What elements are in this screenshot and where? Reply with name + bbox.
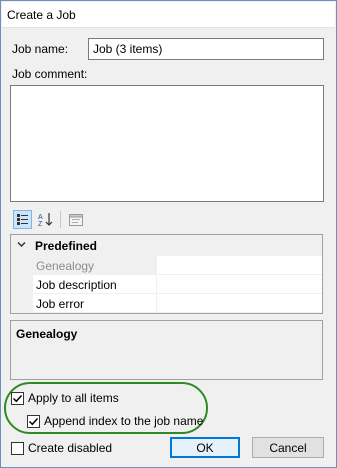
append-index-checkbox[interactable]: Append index to the job name: [27, 414, 203, 428]
property-description-panel: Genealogy: [10, 320, 323, 380]
description-title: Genealogy: [16, 327, 78, 341]
job-comment-label: Job comment:: [12, 67, 88, 81]
apply-to-all-checkbox[interactable]: Apply to all items: [11, 391, 119, 405]
column-divider: [156, 256, 157, 275]
dialog-title: Create a Job: [7, 8, 76, 22]
property-name: Job description: [36, 278, 117, 292]
chevron-down-icon[interactable]: [17, 240, 26, 249]
svg-text:A: A: [38, 214, 43, 221]
property-name: Job error: [36, 297, 85, 311]
property-name: Genealogy: [36, 259, 95, 273]
alphabetical-sort-icon: A Z: [38, 213, 52, 227]
checkbox-box[interactable]: [11, 441, 24, 455]
toolbar-separator: [60, 211, 61, 228]
job-name-input[interactable]: [88, 38, 324, 60]
property-pages-icon: [68, 213, 83, 226]
category-label: Predefined: [35, 239, 98, 253]
checkbox-label: Apply to all items: [28, 391, 119, 405]
checkbox-box[interactable]: [11, 391, 24, 405]
checkbox-label: Append index to the job name: [44, 414, 204, 428]
job-comment-input[interactable]: [10, 85, 324, 202]
checkmark-icon: [28, 417, 39, 425]
categorized-view-icon: [17, 214, 28, 225]
create-disabled-checkbox[interactable]: Create disabled: [11, 441, 112, 455]
grid-gutter: [11, 256, 33, 313]
column-divider: [156, 275, 157, 294]
checkbox-box[interactable]: [27, 414, 40, 428]
svg-text:Z: Z: [38, 221, 43, 227]
property-grid: Predefined Genealogy Job description Job…: [10, 234, 323, 314]
property-pages-button[interactable]: [66, 210, 85, 229]
alphabetical-sort-button[interactable]: A Z: [36, 210, 55, 229]
job-name-label: Job name:: [12, 42, 69, 56]
property-row-job-error[interactable]: Job error: [33, 294, 322, 313]
column-divider: [156, 294, 157, 313]
title-bar: Create a Job: [2, 2, 335, 28]
cancel-button[interactable]: Cancel: [252, 437, 324, 458]
checkbox-label: Create disabled: [28, 441, 113, 455]
create-job-dialog: Create a Job Job name: Job comment: A Z: [0, 0, 337, 468]
property-row-genealogy[interactable]: Genealogy: [33, 256, 322, 275]
checkmark-icon: [12, 394, 23, 402]
property-row-job-description[interactable]: Job description: [33, 275, 322, 294]
category-row-predefined[interactable]: Predefined: [11, 235, 322, 256]
ok-button[interactable]: OK: [170, 437, 240, 458]
categorized-view-button[interactable]: [13, 210, 32, 229]
